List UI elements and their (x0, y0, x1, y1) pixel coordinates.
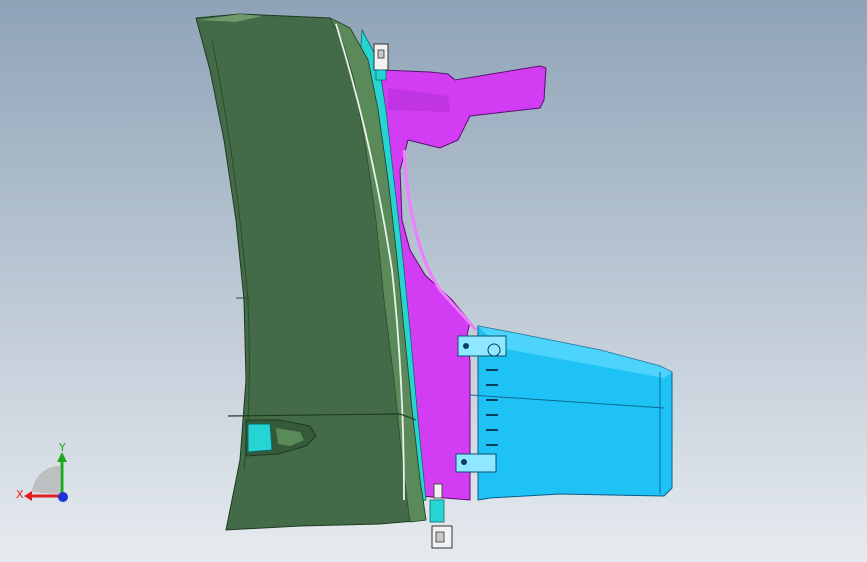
clip-fastener-top[interactable] (373, 43, 389, 81)
z-axis-dot (58, 492, 68, 502)
x-axis-label: X (16, 488, 24, 501)
graphics-viewport[interactable]: X Y (0, 0, 867, 562)
lamp-lens (247, 423, 273, 453)
y-axis-label: Y (59, 441, 66, 454)
model-canvas[interactable] (0, 0, 867, 562)
mount-hole-icon (461, 459, 467, 465)
mount-hole-icon (463, 343, 469, 349)
